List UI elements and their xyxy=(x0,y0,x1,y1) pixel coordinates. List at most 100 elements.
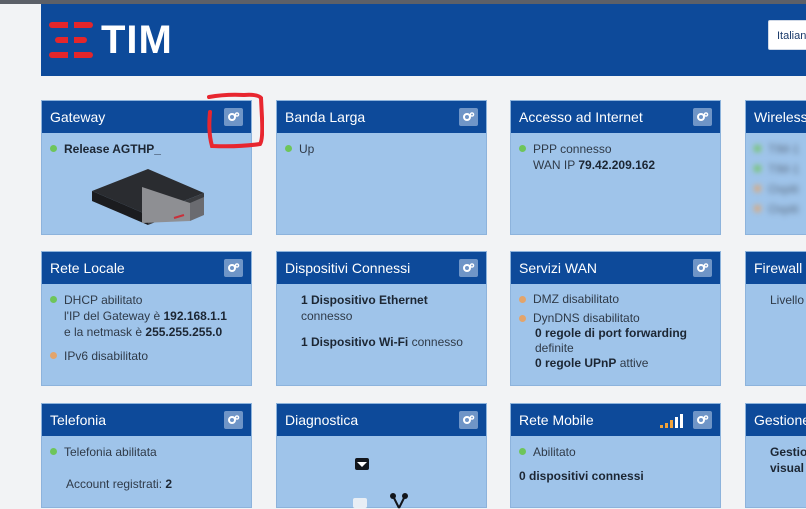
ppp-status: PPP connesso xyxy=(533,142,612,156)
gear-icon xyxy=(697,112,709,121)
panel-title: Diagnostica xyxy=(285,412,359,428)
panel-wireless[interactable]: Wireless TIM-1 TIM-1 Ospiti Ospiti xyxy=(745,100,806,235)
panel-title: Rete Locale xyxy=(50,260,125,276)
gear-icon xyxy=(463,263,475,272)
accounts-count: 2 xyxy=(165,477,173,491)
status-dot-off xyxy=(754,205,761,212)
panel-header: Diagnostica xyxy=(277,404,486,436)
panel-header: Gateway xyxy=(42,101,251,133)
devices-settings-button[interactable] xyxy=(459,259,478,277)
port-forwarding-count: 0 regole di port forwarding xyxy=(535,326,688,340)
signal-strength-icon xyxy=(660,414,683,428)
panel-header: Telefonia xyxy=(42,404,251,436)
panel-header: Banda Larga xyxy=(277,101,486,133)
wan-settings-button[interactable] xyxy=(693,259,712,277)
panel-diagnostics[interactable]: Diagnostica xyxy=(276,403,487,509)
ipv6-status: IPv6 disabilitato xyxy=(64,349,149,363)
panel-header: Servizi WAN xyxy=(511,252,720,284)
status-dot-off xyxy=(50,352,57,359)
panel-header: Rete Mobile xyxy=(511,404,720,436)
status-dot-ok xyxy=(50,296,57,303)
broadband-status: Up xyxy=(299,142,315,156)
wan-ip-value: 79.42.209.162 xyxy=(578,158,656,172)
wifi-network: TIM-1 xyxy=(768,162,800,176)
panel-local-network[interactable]: Rete Locale DHCP abilitato l'IP del Gate… xyxy=(41,251,252,386)
panel-firewall[interactable]: Firewall Livello xyxy=(745,251,806,386)
status-dot-ok xyxy=(754,145,761,152)
gateway-ip-value: 192.168.1.1 xyxy=(163,309,227,323)
panel-gateway[interactable]: Gateway Release AGTHP_ xyxy=(41,100,252,235)
panel-broadband[interactable]: Banda Larga Up xyxy=(276,100,487,235)
mobile-settings-button[interactable] xyxy=(693,411,712,429)
status-dot-off xyxy=(519,315,526,322)
panel-mobile-network[interactable]: Rete Mobile Abilitato 0 dispositivi conn… xyxy=(510,403,721,508)
gear-icon xyxy=(697,263,709,272)
tim-logo[interactable]: TIM xyxy=(49,18,189,62)
status-dot-off xyxy=(754,185,761,192)
panel-title: Servizi WAN xyxy=(519,260,598,276)
diagnostics-network-icon xyxy=(353,458,408,509)
internet-settings-button[interactable] xyxy=(693,108,712,126)
status-dot-off xyxy=(519,296,526,303)
panel-title: Accesso ad Internet xyxy=(519,109,643,125)
brand-name: TIM xyxy=(101,18,173,62)
panel-title: Gateway xyxy=(50,109,106,125)
router-image xyxy=(92,169,204,225)
panel-title: Dispositivi Connessi xyxy=(285,260,411,276)
panel-header: Dispositivi Connessi xyxy=(277,252,486,284)
upnp-state: attive xyxy=(619,356,649,370)
panel-header: Gestione xyxy=(746,404,806,436)
wifi-network: Ospiti xyxy=(768,202,799,216)
lan-settings-button[interactable] xyxy=(224,259,243,277)
panel-title: Rete Mobile xyxy=(519,412,594,428)
panel-title: Telefonia xyxy=(50,412,107,428)
accounts-label: Account registrati: xyxy=(66,477,163,491)
panel-title: Banda Larga xyxy=(285,109,366,125)
firmware-release: Release AGTHP_ xyxy=(64,142,161,156)
language-select[interactable]: Italiano xyxy=(768,20,806,50)
wifi-devices-count: 1 Dispositivo Wi-Fi xyxy=(301,335,409,349)
management-line-2: visual xyxy=(770,461,805,475)
panel-header: Accesso ad Internet xyxy=(511,101,720,133)
panel-header: Rete Locale xyxy=(42,252,251,284)
gateway-ip-label: l'IP del Gateway è xyxy=(64,309,161,323)
status-dot-ok xyxy=(50,448,57,455)
wifi-devices-state: connesso xyxy=(411,335,463,349)
wifi-network: Ospiti xyxy=(768,182,799,196)
status-dot-ok xyxy=(754,165,761,172)
panel-title: Gestione xyxy=(754,412,806,428)
gateway-settings-button[interactable] xyxy=(224,108,243,126)
gear-icon xyxy=(697,415,709,424)
panel-internet-access[interactable]: Accesso ad Internet PPP connesso WAN IP … xyxy=(510,100,721,235)
port-forwarding-state: definite xyxy=(535,341,574,355)
status-dot-ok xyxy=(519,448,526,455)
broadband-settings-button[interactable] xyxy=(459,108,478,126)
panel-connected-devices[interactable]: Dispositivi Connessi 1 Dispositivo Ether… xyxy=(276,251,487,386)
telephony-settings-button[interactable] xyxy=(224,411,243,429)
firewall-level: Livello xyxy=(770,293,805,307)
gear-icon xyxy=(463,112,475,121)
dmz-status: DMZ disabilitato xyxy=(533,292,620,306)
mobile-devices-count: 0 dispositivi connessi xyxy=(519,469,644,483)
management-line-1: Gestio xyxy=(770,445,806,459)
status-dot-ok xyxy=(285,145,292,152)
netmask-value: 255.255.255.0 xyxy=(145,325,223,339)
wan-ip-label: WAN IP xyxy=(533,158,576,172)
diagnostics-settings-button[interactable] xyxy=(459,411,478,429)
panel-header: Wireless xyxy=(746,101,806,133)
ethernet-devices-state: connesso xyxy=(301,309,353,323)
status-dot-ok xyxy=(519,145,526,152)
panel-title: Wireless xyxy=(754,109,806,125)
panel-telephony[interactable]: Telefonia Telefonia abilitata Account re… xyxy=(41,403,252,508)
telephony-status: Telefonia abilitata xyxy=(64,445,157,459)
status-dot-ok xyxy=(50,145,57,152)
panel-wan-services[interactable]: Servizi WAN DMZ disabilitato DynDNS disa… xyxy=(510,251,721,386)
gear-icon xyxy=(228,263,240,272)
netmask-label: e la netmask è xyxy=(64,325,143,339)
ethernet-devices-count: 1 Dispositivo Ethernet xyxy=(301,293,428,307)
panel-title: Firewall xyxy=(754,260,803,276)
panel-management[interactable]: Gestione Gestio visual xyxy=(745,403,806,508)
upnp-count: 0 regole UPnP xyxy=(535,356,617,370)
dhcp-status: DHCP abilitato xyxy=(64,293,143,307)
wifi-network: TIM-1 xyxy=(768,142,800,156)
